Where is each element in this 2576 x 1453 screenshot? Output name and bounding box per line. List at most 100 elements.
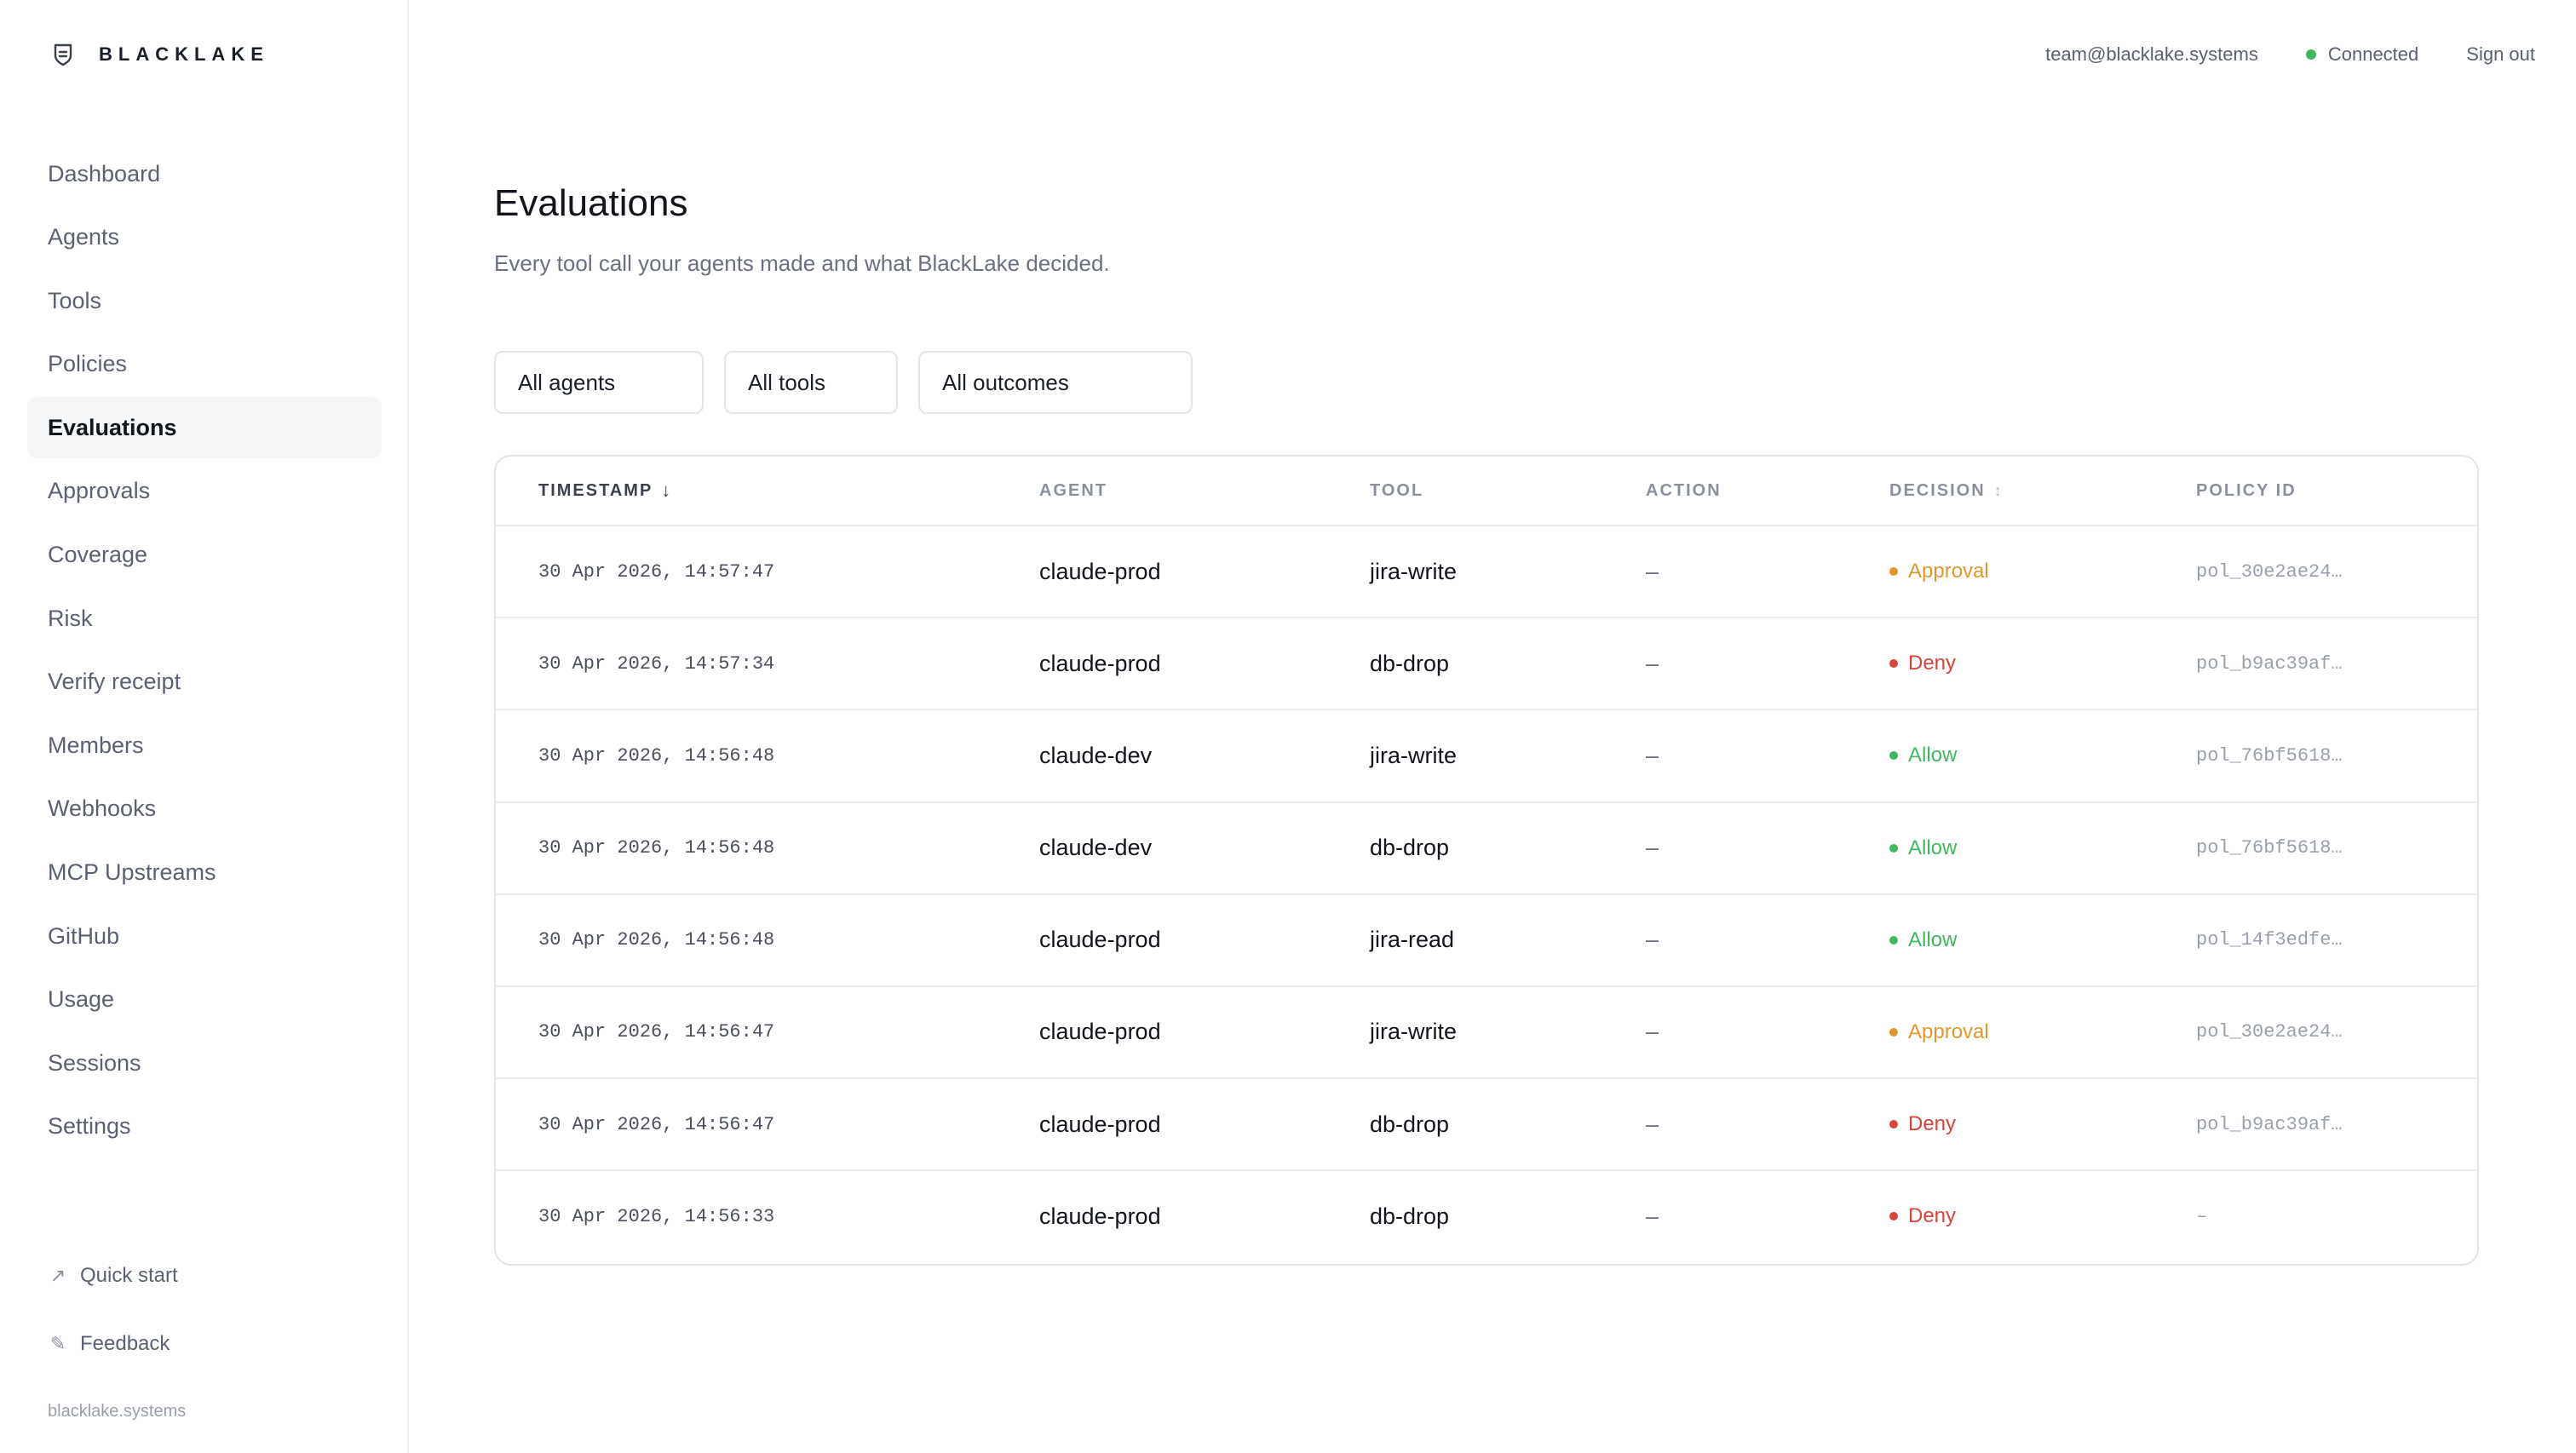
sidebar-item-webhooks[interactable]: Webhooks <box>27 778 382 840</box>
status-dot-icon <box>1889 567 1898 576</box>
timestamp-cell: 30 Apr 2026, 14:56:33 <box>538 1205 775 1227</box>
table-row[interactable]: 30 Apr 2026, 14:56:47 claude-prod db-drop –… <box>496 1079 2477 1172</box>
sidebar-item-tools[interactable]: Tools <box>27 270 382 331</box>
tool-cell: db-drop <box>1370 1111 1450 1137</box>
sort-icon: ↕ <box>1993 481 2002 499</box>
policy-id-cell: pol_76bf5618… <box>2196 744 2343 767</box>
decision-cell: Deny <box>1889 618 1956 709</box>
agent-filter-select[interactable]: All agents <box>494 351 704 414</box>
tool-cell: jira-write <box>1370 1019 1458 1045</box>
column-header-timestamp[interactable]: TIMESTAMP ↓ <box>538 457 670 525</box>
decision-label: Deny <box>1908 1204 1957 1228</box>
action-cell: – <box>1646 835 1659 861</box>
sidebar: BLACKLAKE Dashboard Agents Tools Policies Ev… <box>0 0 409 1453</box>
sidebar-item-github[interactable]: GitHub <box>27 905 382 967</box>
status-dot-icon <box>1889 1027 1898 1037</box>
connection-status-label: Connected <box>2327 43 2419 65</box>
timestamp-cell: 30 Apr 2026, 14:57:34 <box>538 652 775 675</box>
tool-cell: jira-write <box>1370 558 1458 584</box>
decision-label: Deny <box>1908 652 1957 675</box>
agent-cell: claude-prod <box>1039 927 1161 953</box>
sidebar-item-usage[interactable]: Usage <box>27 969 382 1031</box>
column-header-tool: TOOL <box>1370 480 1424 500</box>
agent-cell: claude-prod <box>1039 1019 1161 1045</box>
sidebar-item-mcp-upstreams[interactable]: MCP Upstreams <box>27 842 382 904</box>
decision-badge: Allow <box>1889 744 1957 767</box>
tool-filter-select[interactable]: All tools <box>724 351 898 414</box>
tool-cell: jira-read <box>1370 927 1455 953</box>
agent-cell: claude-prod <box>1039 650 1161 676</box>
sidebar-item-evaluations[interactable]: Evaluations <box>27 397 382 459</box>
table-row[interactable]: 30 Apr 2026, 14:56:48 claude-prod jira-rea… <box>496 895 2477 987</box>
decision-cell: Deny <box>1889 1079 1956 1169</box>
sidebar-item-agents[interactable]: Agents <box>27 207 382 268</box>
table-row[interactable]: 30 Apr 2026, 14:56:47 claude-prod jira-wri… <box>496 987 2477 1080</box>
decision-cell: Approval <box>1889 526 1989 617</box>
sidebar-item-dashboard[interactable]: Dashboard <box>27 143 382 204</box>
sidebar-footer: blacklake.systems <box>48 1402 187 1421</box>
outcome-filter-select[interactable]: All outcomes <box>918 351 1193 414</box>
filter-bar: All agents All tools All outcomes <box>494 351 1193 414</box>
page-subtitle: Every tool call your agents made and wha… <box>494 250 1110 276</box>
policy-id-cell: pol_30e2ae24… <box>2196 1021 2343 1043</box>
sidebar-item-coverage[interactable]: Coverage <box>27 525 382 586</box>
decision-cell: Allow <box>1889 895 1957 985</box>
agent-cell: claude-dev <box>1039 835 1153 861</box>
decision-badge: Allow <box>1889 928 1957 952</box>
sidebar-item-verify-receipt[interactable]: Verify receipt <box>27 652 382 713</box>
table-row[interactable]: 30 Apr 2026, 14:56:48 claude-dev jira-writ… <box>496 710 2477 803</box>
sidebar-item-approvals[interactable]: Approvals <box>27 461 382 522</box>
policy-id-cell: pol_b9ac39af… <box>2196 652 2343 675</box>
status-dot-icon <box>1889 1212 1898 1221</box>
sidebar-item-sessions[interactable]: Sessions <box>27 1032 382 1094</box>
timestamp-cell: 30 Apr 2026, 14:56:48 <box>538 744 775 767</box>
decision-label: Allow <box>1908 928 1958 951</box>
arrow-down-icon: ↓ <box>661 480 671 501</box>
feedback-link[interactable]: ✎ Feedback <box>48 1332 170 1356</box>
quick-start-link[interactable]: ↗ Quick start <box>48 1264 178 1288</box>
table-row[interactable]: 30 Apr 2026, 14:56:48 claude-dev db-drop – A… <box>496 803 2477 895</box>
status-dot-icon <box>1889 751 1898 761</box>
arrow-up-right-icon: ↗ <box>49 1265 66 1286</box>
tool-cell: db-drop <box>1370 835 1450 861</box>
column-header-agent: AGENT <box>1039 480 1107 500</box>
column-header-decision-label: DECISION <box>1889 480 1986 500</box>
decision-label: Approval <box>1908 560 1989 583</box>
decision-label: Approval <box>1908 1019 1989 1043</box>
table-row[interactable]: 30 Apr 2026, 14:57:34 claude-prod db-drop –… <box>496 618 2477 711</box>
sidebar-item-members[interactable]: Members <box>27 715 382 776</box>
sidebar-item-risk[interactable]: Risk <box>27 588 382 649</box>
column-header-decision[interactable]: DECISION ↕ <box>1889 457 2002 525</box>
timestamp-cell: 30 Apr 2026, 14:56:47 <box>538 1113 775 1135</box>
action-cell: – <box>1646 1111 1659 1137</box>
decision-badge: Deny <box>1889 652 1956 675</box>
decision-badge: Approval <box>1889 1020 1989 1044</box>
policy-id-cell: pol_30e2ae24… <box>2196 560 2343 583</box>
sidebar-item-settings[interactable]: Settings <box>27 1096 382 1157</box>
policy-id-cell: pol_b9ac39af… <box>2196 1113 2343 1135</box>
column-header-policy-id: POLICY ID <box>2196 480 2297 500</box>
decision-label: Deny <box>1908 1112 1957 1136</box>
table-row[interactable]: 30 Apr 2026, 14:57:47 claude-prod jira-wri… <box>496 526 2477 619</box>
decision-badge: Allow <box>1889 836 1957 860</box>
brand-name: BLACKLAKE <box>99 43 269 65</box>
sign-out-button[interactable]: Sign out <box>2466 43 2535 66</box>
topbar: team@blacklake.systems Connected Sign ou… <box>2045 41 2535 68</box>
app-root: BLACKLAKE Dashboard Agents Tools Policies Ev… <box>0 0 2576 1453</box>
decision-badge: Deny <box>1889 1112 1956 1136</box>
brand[interactable]: BLACKLAKE <box>49 41 269 68</box>
evaluations-table: TIMESTAMP ↓ AGENT TOOL ACTION DECISION ↕… <box>494 455 2479 1266</box>
policy-id-cell: pol_76bf5618… <box>2196 837 2343 859</box>
decision-label: Allow <box>1908 744 1958 767</box>
tool-cell: db-drop <box>1370 1203 1450 1229</box>
agent-cell: claude-prod <box>1039 558 1161 584</box>
decision-badge: Approval <box>1889 560 1989 583</box>
decision-cell: Allow <box>1889 710 1957 801</box>
decision-cell: Allow <box>1889 803 1957 893</box>
agent-cell: claude-prod <box>1039 1111 1161 1137</box>
table-row[interactable]: 30 Apr 2026, 14:56:33 claude-prod db-drop –… <box>496 1171 2477 1263</box>
action-cell: – <box>1646 1203 1659 1229</box>
sidebar-item-policies[interactable]: Policies <box>27 334 382 395</box>
policy-id-cell: pol_14f3edfe… <box>2196 929 2343 951</box>
tool-cell: jira-write <box>1370 742 1458 768</box>
